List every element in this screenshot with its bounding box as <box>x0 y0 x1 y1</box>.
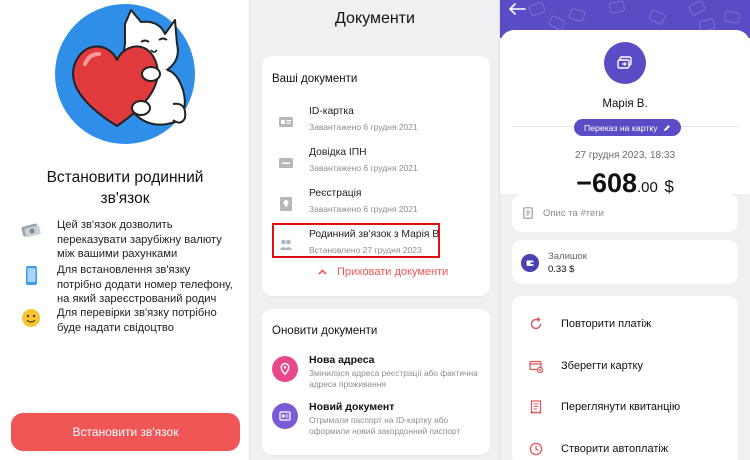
map-pin-icon <box>272 356 298 382</box>
establish-link-button[interactable]: Встановити зв'язок <box>11 413 240 451</box>
section-heading: Ваші документи <box>272 73 358 85</box>
smile-emoji-icon <box>20 307 42 329</box>
location-pin-icon <box>278 196 294 212</box>
chevron-up-icon <box>318 269 327 275</box>
pencil-icon <box>663 124 671 132</box>
id-card-icon <box>278 114 294 130</box>
document-name: ID-картка <box>309 106 354 117</box>
save-card-icon <box>528 358 544 374</box>
wallet-icon <box>521 254 539 272</box>
hide-documents-label: Приховати документи <box>337 266 449 278</box>
actions-card: Повторити платіж Зберегти картку Перегля… <box>512 296 738 460</box>
transfer-type-badge[interactable]: Переказ на картку <box>574 119 681 136</box>
update-name: Новий документ <box>309 401 395 413</box>
info-text: Для перевірки зв'язку потрібно буде нада… <box>57 307 217 334</box>
save-card-button[interactable]: Зберегти картку <box>512 347 738 385</box>
update-item-new-address[interactable]: Нова адреса Змінилася адреса реєстрації … <box>272 354 487 394</box>
update-description: Змінилася адреса реєстрації або фактична… <box>309 368 478 389</box>
back-arrow-icon[interactable] <box>508 2 526 16</box>
your-documents-card: Ваші документи ID-картка Завантажено 6 г… <box>262 56 490 296</box>
info-row-certificate: Для перевірки зв'язку потрібно буде нада… <box>20 306 235 335</box>
receipt-icon <box>528 399 544 415</box>
transfer-avatar <box>604 42 646 84</box>
document-item-registration[interactable]: Реєстрація Завантажено 6 грудня 2021 <box>276 188 481 222</box>
action-label: Створити автоплатіж <box>561 443 669 455</box>
transaction-date: 27 грудня 2023, 18:33 <box>574 150 676 161</box>
info-text: Для встановлення зв'язку потрібно додати… <box>57 264 233 305</box>
repeat-icon <box>528 316 544 332</box>
document-status: Завантажено 6 грудня 2021 <box>309 122 418 132</box>
document-item-tax-certificate[interactable]: Довідка ІПН Завантажено 6 грудня 2021 <box>276 147 481 181</box>
document-icon <box>272 403 298 429</box>
autopay-clock-icon <box>528 441 544 457</box>
comment-placeholder: Опис та #теги <box>543 207 604 219</box>
cat-with-heart-illustration <box>55 4 195 144</box>
document-name: Реєстрація <box>309 188 362 199</box>
page-title: Встановити родинний зв'язок <box>46 169 204 207</box>
hide-documents-link[interactable]: Приховати документи <box>318 266 448 278</box>
document-name: Довідка ІПН <box>309 147 367 158</box>
section-heading: Оновити документи <box>272 325 378 337</box>
info-row-phone: Для встановлення зв'язку потрібно додати… <box>20 263 235 307</box>
highlight-box <box>272 223 440 258</box>
action-label: Переглянути квитанцію <box>561 401 681 413</box>
family-link-panel: Встановити родинний зв'язок Цей зв'язок … <box>0 0 249 460</box>
create-autopay-button[interactable]: Створити автоплатіж <box>512 430 738 460</box>
document-status: Завантажено 6 грудня 2021 <box>309 163 418 173</box>
balance-value: 0.33 $ <box>548 264 575 275</box>
phone-icon <box>20 264 42 286</box>
documents-panel: Документи Ваші документи ID-картка Заван… <box>249 0 500 460</box>
transfer-type-label: Переказ на картку <box>584 122 658 133</box>
update-documents-card: Оновити документи Нова адреса Змінилася … <box>262 309 490 455</box>
comment-field[interactable]: Опис та #теги <box>512 194 738 232</box>
balance-card: Залишок 0.33 $ <box>512 240 738 284</box>
card-transfer-icon <box>617 56 632 69</box>
info-row-currency: Цей зв'язок дозволить переказувати заруб… <box>20 218 235 262</box>
document-item-id-card[interactable]: ID-картка Завантажено 6 грудня 2021 <box>276 106 481 140</box>
info-text: Цей зв'язок дозволить переказувати заруб… <box>57 219 222 260</box>
repeat-payment-button[interactable]: Повторити платіж <box>512 305 738 343</box>
document-status: Завантажено 6 грудня 2021 <box>309 204 418 214</box>
page-title: Документи <box>335 10 415 27</box>
recipient-name: Марія В. <box>602 98 648 110</box>
update-description: Отримали паспорт на ID-картку або оформи… <box>309 415 461 436</box>
action-label: Повторити платіж <box>561 318 652 330</box>
update-name: Нова адреса <box>309 354 375 366</box>
update-item-new-document[interactable]: Новий документ Отримали паспорт на ID-ка… <box>272 401 487 441</box>
transaction-details-panel: Марія В. Переказ на картку 27 грудня 202… <box>500 0 750 460</box>
action-label: Зберегти картку <box>561 360 643 372</box>
transaction-summary-card: Марія В. Переказ на картку 27 грудня 202… <box>500 30 750 198</box>
tax-certificate-icon <box>278 155 294 171</box>
view-receipt-button[interactable]: Переглянути квитанцію <box>512 388 738 426</box>
money-icon <box>20 219 42 241</box>
note-icon <box>523 207 533 219</box>
balance-label: Залишок <box>548 251 587 262</box>
